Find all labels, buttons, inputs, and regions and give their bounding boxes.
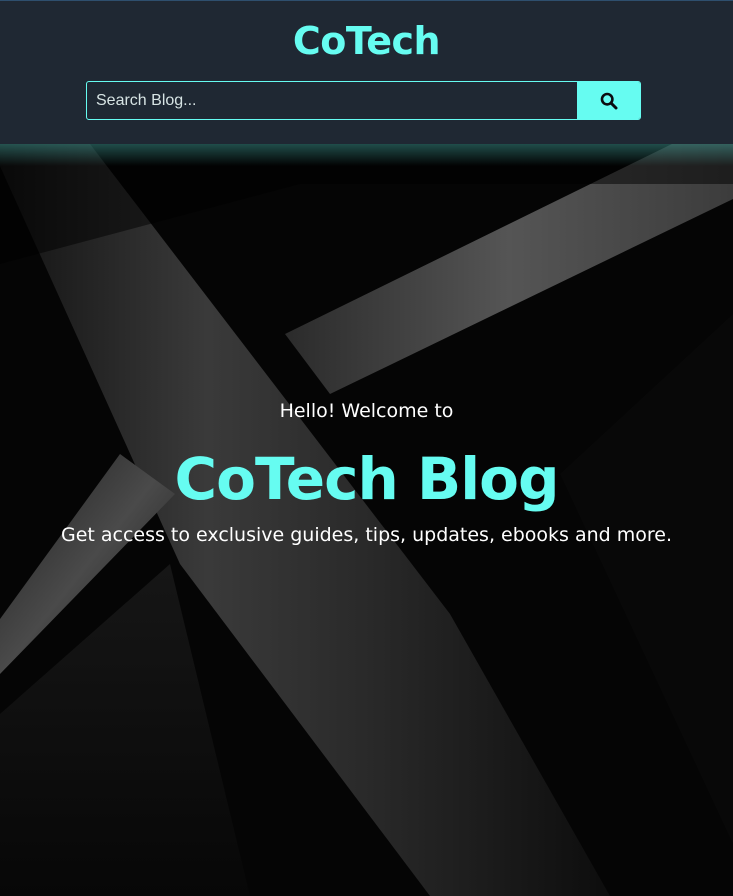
hero-section: Hello! Welcome to CoTech Blog Get access… (0, 144, 733, 896)
hero-greeting: Hello! Welcome to (279, 400, 454, 422)
hero-title: CoTech Blog (174, 445, 560, 513)
search-icon (600, 92, 617, 109)
search-input[interactable] (87, 82, 577, 119)
site-logo[interactable]: CoTech (0, 15, 733, 67)
site-header: CoTech (0, 0, 733, 144)
header-glow (0, 144, 733, 166)
search-bar (86, 81, 641, 120)
hero-background (0, 144, 733, 896)
search-button[interactable] (577, 82, 640, 119)
hero-tagline: Get access to exclusive guides, tips, up… (60, 524, 673, 546)
